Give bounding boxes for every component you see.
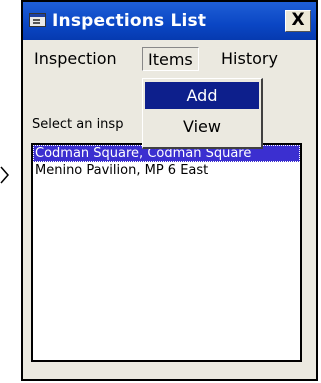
menu-bar: Inspection Items History <box>23 40 316 77</box>
menu-items[interactable]: Items <box>142 47 199 71</box>
menu-option-view[interactable]: View <box>145 113 259 140</box>
menu-history[interactable]: History <box>216 47 283 71</box>
menu-inspection[interactable]: Inspection <box>29 47 122 71</box>
items-dropdown-menu: Add View <box>142 78 263 149</box>
app-window-icon <box>29 13 46 27</box>
window-title: Inspections List <box>52 11 207 31</box>
close-button[interactable]: X <box>285 10 311 32</box>
inspections-list-window: Inspections List X Inspection Items Hist… <box>21 0 318 381</box>
inspections-listbox[interactable]: Codman Square, Codman Square Menino Pavi… <box>31 143 302 362</box>
list-item-menino-pavilion[interactable]: Menino Pavilion, MP 6 East <box>33 162 300 179</box>
menu-option-add[interactable]: Add <box>145 82 259 109</box>
select-prompt-label: Select an insp <box>32 117 124 132</box>
pointer-arrow-icon <box>0 166 9 184</box>
title-bar[interactable]: Inspections List X <box>23 2 316 40</box>
